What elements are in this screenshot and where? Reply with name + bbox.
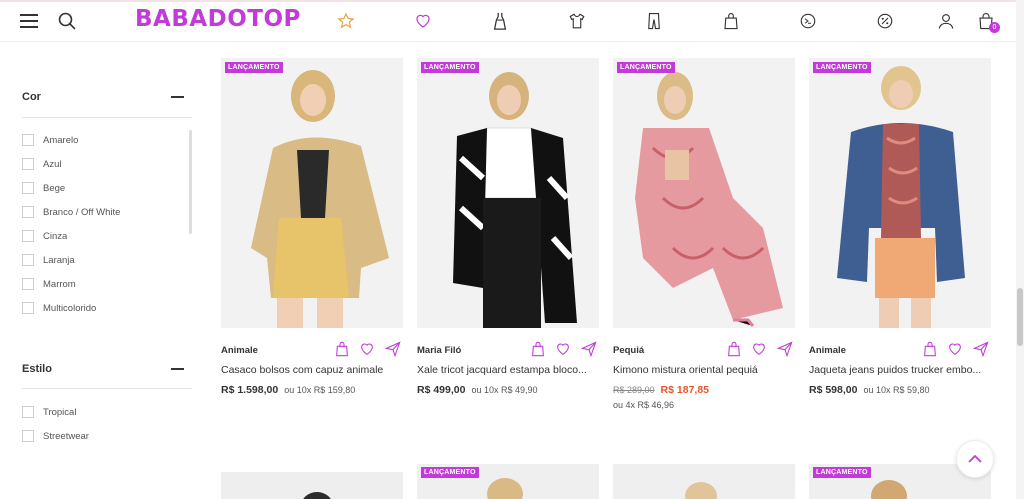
- product-image[interactable]: LANÇAMENTO: [613, 58, 795, 328]
- color-option-branco[interactable]: Branco / Off White: [22, 205, 120, 219]
- product-price-line: R$ 499,00 ou 10x R$ 49,90: [417, 384, 538, 396]
- user-icon[interactable]: [935, 10, 957, 32]
- product-name[interactable]: Xale tricot jacquard estampa bloco...: [417, 364, 599, 376]
- product-price: R$ 598,00: [809, 384, 858, 396]
- add-to-bag-icon[interactable]: [335, 341, 349, 357]
- style-filter-divider: [22, 388, 192, 389]
- product-image[interactable]: LANÇAMENTO: [809, 58, 991, 328]
- checkbox[interactable]: [22, 206, 34, 218]
- product-actions: [335, 341, 401, 357]
- product-image[interactable]: [613, 464, 795, 499]
- new-badge: LANÇAMENTO: [421, 62, 479, 73]
- favorite-icon[interactable]: [751, 341, 767, 357]
- favorite-icon[interactable]: [555, 341, 571, 357]
- product-image[interactable]: LANÇAMENTO: [221, 58, 403, 328]
- page-scrollbar[interactable]: [1016, 0, 1024, 499]
- product-old-price: R$ 289,00: [613, 385, 655, 395]
- heart-icon[interactable]: [412, 10, 434, 32]
- menu-icon[interactable]: [18, 10, 40, 32]
- product-installments: ou 10x R$ 159,80: [284, 385, 356, 395]
- new-badge: LANÇAMENTO: [813, 62, 871, 73]
- add-to-bag-icon[interactable]: [923, 341, 937, 357]
- add-to-bag-icon[interactable]: [531, 341, 545, 357]
- tshirt-icon[interactable]: [566, 10, 588, 32]
- checkbox[interactable]: [22, 406, 34, 418]
- product-sale-price: R$ 187,85: [660, 384, 710, 396]
- product-brand[interactable]: Animale: [809, 345, 846, 356]
- checkbox[interactable]: [22, 230, 34, 242]
- product-price-line: R$ 598,00 ou 10x R$ 59,80: [809, 384, 930, 396]
- product-price: R$ 1.598,00: [221, 384, 279, 396]
- new-badge: LANÇAMENTO: [617, 62, 675, 73]
- checkbox[interactable]: [22, 278, 34, 290]
- favorite-icon[interactable]: [359, 341, 375, 357]
- style-option-tropical[interactable]: Tropical: [22, 405, 76, 419]
- checkbox[interactable]: [22, 134, 34, 146]
- share-icon[interactable]: [385, 341, 401, 357]
- site-logo[interactable]: BABADOTOP: [135, 6, 301, 32]
- checkbox[interactable]: [22, 430, 34, 442]
- site-header: BABADOTOP 0: [0, 0, 1024, 42]
- product-name[interactable]: Jaqueta jeans puidos trucker embo...: [809, 364, 991, 376]
- product-installments: ou 4x R$ 46,96: [613, 400, 675, 410]
- checkbox[interactable]: [22, 302, 34, 314]
- color-option-multicolorido[interactable]: Multicolorido: [22, 301, 96, 314]
- add-to-bag-icon[interactable]: [727, 341, 741, 357]
- product-name[interactable]: Kimono mistura oriental pequiá: [613, 364, 795, 376]
- color-filter-collapse-button[interactable]: [171, 96, 184, 98]
- product-brand[interactable]: Animale: [221, 345, 258, 356]
- checkbox[interactable]: [22, 182, 34, 194]
- color-option-amarelo[interactable]: Amarelo: [22, 133, 78, 147]
- color-option-laranja[interactable]: Laranja: [22, 253, 75, 267]
- header-top-line: [0, 0, 1024, 2]
- product-price: R$ 499,00: [417, 384, 466, 396]
- product-brand[interactable]: Pequiá: [613, 345, 644, 356]
- checkbox[interactable]: [22, 158, 34, 170]
- cart-count-badge: 0: [989, 22, 1000, 33]
- share-icon[interactable]: [581, 341, 597, 357]
- favorite-icon[interactable]: [947, 341, 963, 357]
- product-image[interactable]: LANÇAMENTO: [417, 58, 599, 328]
- product-installments: ou 10x R$ 59,80: [863, 385, 930, 395]
- style-option-streetwear[interactable]: Streetwear: [22, 429, 89, 443]
- search-icon[interactable]: [56, 10, 78, 32]
- product-name[interactable]: Casaco bolsos com capuz animale: [221, 364, 403, 376]
- style-filter-collapse-button[interactable]: [171, 368, 184, 370]
- product-brand[interactable]: Maria Filó: [417, 345, 461, 356]
- page-scrollbar-thumb[interactable]: [1017, 288, 1023, 346]
- product-actions: [727, 341, 793, 357]
- dress-icon[interactable]: [489, 10, 511, 32]
- color-filter-title: Cor: [22, 91, 41, 103]
- new-badge: LANÇAMENTO: [225, 62, 283, 73]
- star-icon[interactable]: [335, 10, 357, 32]
- pants-icon[interactable]: [643, 10, 665, 32]
- checkbox[interactable]: [22, 254, 34, 266]
- product-actions: [923, 341, 989, 357]
- back-to-top-button[interactable]: [956, 440, 994, 478]
- share-icon[interactable]: [973, 341, 989, 357]
- color-option-marrom[interactable]: Marrom: [22, 277, 76, 291]
- share-icon[interactable]: [777, 341, 793, 357]
- cart-icon[interactable]: 0: [975, 10, 1000, 33]
- new-badge: LANÇAMENTO: [813, 467, 871, 478]
- new-badge: LANÇAMENTO: [421, 467, 479, 478]
- brand-icon[interactable]: [797, 10, 819, 32]
- product-installments: ou 10x R$ 49,90: [471, 385, 538, 395]
- color-option-azul[interactable]: Azul: [22, 157, 61, 171]
- product-actions: [531, 341, 597, 357]
- product-price-line: R$ 1.598,00 ou 10x R$ 159,80: [221, 384, 355, 396]
- color-filter-divider: [22, 117, 192, 118]
- chevron-up-icon: [968, 454, 982, 463]
- style-filter-title: Estilo: [22, 363, 52, 375]
- product-image[interactable]: [221, 472, 403, 499]
- product-image[interactable]: LANÇAMENTO: [417, 464, 599, 499]
- color-options-list[interactable]: Amarelo Azul Bege Branco / Off White Cin…: [0, 128, 200, 314]
- product-price-line: R$ 289,00 R$ 187,85: [613, 384, 709, 396]
- bag-icon[interactable]: [720, 10, 742, 32]
- color-option-bege[interactable]: Bege: [22, 181, 65, 195]
- discount-icon[interactable]: [874, 10, 896, 32]
- color-options-scrollbar[interactable]: [189, 130, 192, 234]
- color-option-cinza[interactable]: Cinza: [22, 229, 67, 243]
